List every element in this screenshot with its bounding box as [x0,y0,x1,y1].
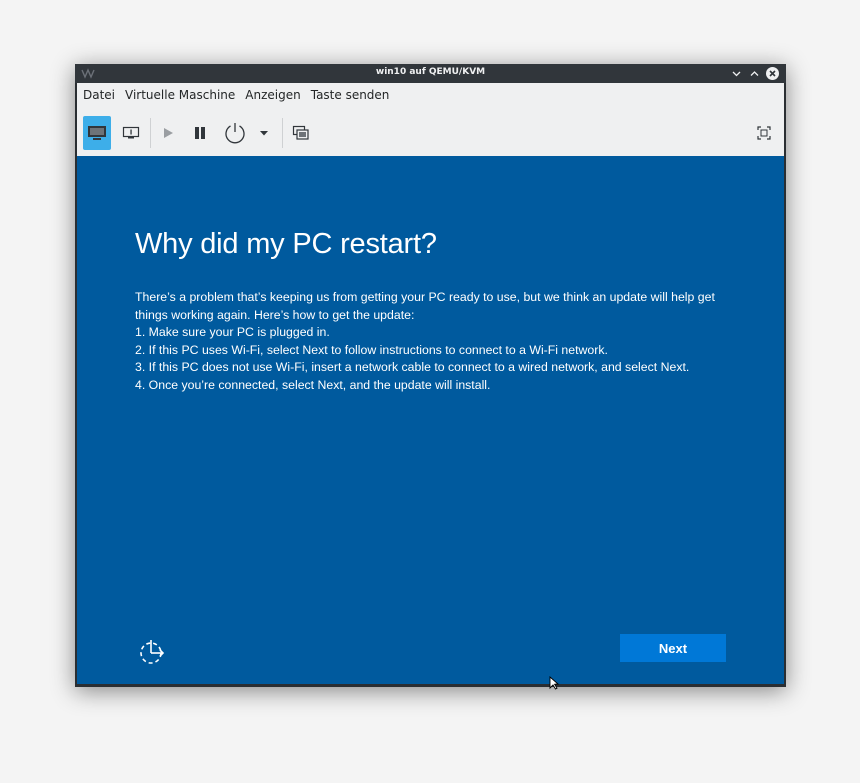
menu-virtuelle-maschine[interactable]: Virtuelle Maschine [125,88,235,102]
shutdown-button[interactable] [221,116,249,150]
menu-datei[interactable]: Datei [83,88,115,102]
next-button[interactable]: Next [620,634,726,662]
toolbar [77,106,784,156]
step-3: 3. If this PC does not use Wi-Fi, insert… [135,360,690,375]
menu-taste-senden[interactable]: Taste senden [311,88,390,102]
shutdown-menu-button[interactable] [257,116,271,150]
vm-window: win10 auf QEMU/KVM Datei Virtuelle Masch… [75,64,786,687]
menu-bar: Datei Virtuelle Maschine Anzeigen Taste … [77,83,784,106]
console-icon [88,126,106,140]
maximize-icon[interactable] [747,66,762,81]
pause-button[interactable] [189,116,211,150]
restart-explanation: There’s a problem that’s keeping us from… [135,289,725,395]
page-title: Why did my PC restart? [135,228,437,260]
fullscreen-button[interactable] [753,116,775,150]
intro-paragraph: There’s a problem that’s keeping us from… [135,290,715,322]
step-4: 4. Once you’re connected, select Next, a… [135,377,491,392]
fullscreen-icon [757,126,771,140]
mouse-cursor-icon [549,676,559,690]
toolbar-separator [282,118,283,148]
close-icon[interactable] [765,66,780,81]
snapshots-icon [292,125,309,140]
step-1: 1. Make sure your PC is plugged in. [135,325,330,340]
play-icon [164,128,173,138]
power-icon [225,123,245,144]
window-title: win10 auf QEMU/KVM [375,67,486,77]
toolbar-separator [150,118,151,148]
snapshots-button[interactable] [289,116,313,150]
details-icon [122,126,140,139]
console-button[interactable] [83,116,111,150]
menu-anzeigen[interactable]: Anzeigen [245,88,300,102]
vm-display[interactable]: Why did my PC restart? There’s a problem… [77,156,784,684]
ease-of-access-icon[interactable] [135,633,171,669]
minimize-icon[interactable] [729,66,744,81]
title-bar[interactable]: win10 auf QEMU/KVM [75,64,786,83]
details-button[interactable] [117,116,145,150]
run-button[interactable] [157,116,179,150]
dropdown-arrow-icon [260,131,268,136]
step-2: 2. If this PC uses Wi-Fi, select Next to… [135,342,608,357]
pause-icon [195,127,205,139]
